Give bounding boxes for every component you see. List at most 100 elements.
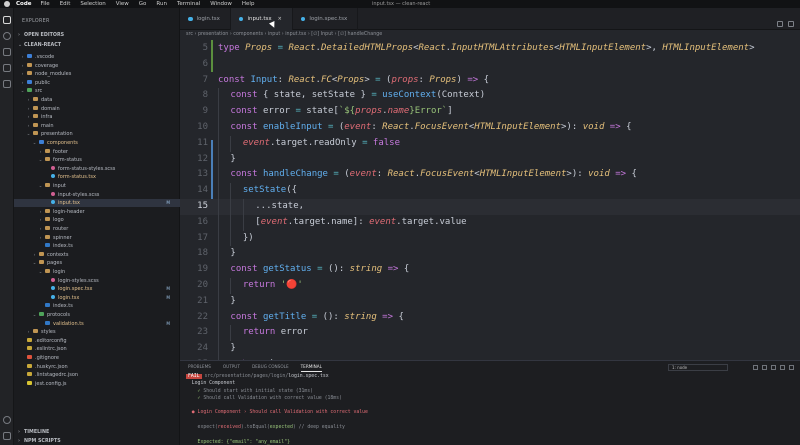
folder-item[interactable]: › login-header (14, 208, 180, 216)
folder-item[interactable]: › infra (14, 113, 180, 121)
file-item[interactable]: validation.ts M (14, 320, 180, 328)
code-line[interactable]: 24 } (180, 341, 800, 357)
tab-output[interactable]: OUTPUT (223, 364, 240, 369)
maximize-icon[interactable] (780, 365, 785, 370)
folder-item[interactable]: ⌄ pages (14, 259, 180, 267)
gear-icon[interactable] (3, 432, 11, 440)
folder-item[interactable]: ⌄ login (14, 268, 180, 276)
file-item[interactable]: index.ts (14, 302, 180, 310)
file-item[interactable]: .lintstagedrc.json (14, 371, 180, 379)
close-icon[interactable]: × (278, 8, 282, 30)
terminal-select[interactable]: 1: node (668, 364, 728, 371)
file-item[interactable]: login.tsx M (14, 294, 180, 302)
folder-item[interactable]: ⌄ presentation (14, 130, 180, 138)
code-line[interactable]: 12 } (180, 151, 800, 168)
menu-file[interactable]: File (40, 1, 49, 7)
code-line[interactable]: 9 const error = state[`${props.name}Erro… (180, 104, 800, 120)
code-line[interactable]: 16 [event.target.name]: event.target.val… (180, 214, 800, 231)
folder-item[interactable]: ⌄ form-status (14, 156, 180, 164)
menu-window[interactable]: Window (210, 1, 232, 7)
breadcrumb[interactable]: src › presentation › components › input … (180, 30, 800, 40)
code-line[interactable]: 15 ...state, (180, 199, 800, 215)
folder-item[interactable]: ⌄ components (14, 139, 180, 147)
menu-go[interactable]: Go (139, 1, 147, 7)
code-line[interactable]: 11 event.target.readOnly = false (180, 135, 800, 152)
tab-debug-console[interactable]: DEBUG CONSOLE (252, 364, 289, 369)
add-terminal-icon[interactable] (753, 365, 758, 370)
file-item[interactable]: .gitignore (14, 354, 180, 362)
menu-run[interactable]: Run (156, 1, 167, 7)
menu-edit[interactable]: Edit (60, 1, 71, 7)
menu-app-name[interactable]: Code (16, 1, 31, 7)
account-icon[interactable] (3, 416, 11, 424)
code-line[interactable]: 10 const enableInput = (event: React.Foc… (180, 120, 800, 136)
code-line[interactable]: 22 const getTitle = (): string => { (180, 309, 800, 326)
folder-item[interactable]: › logo (14, 216, 180, 224)
code-line[interactable]: 20 return '🔴' (180, 278, 800, 294)
code-line[interactable]: 17 }) (180, 230, 800, 247)
menu-terminal[interactable]: Terminal (177, 1, 200, 7)
folder-item[interactable]: › styles (14, 328, 180, 336)
folder-item[interactable]: › .vscode (14, 53, 180, 61)
code-line[interactable]: 14 setState({ (180, 183, 800, 199)
code-line[interactable]: 7 const Input: React.FC<Props> = (props: … (180, 73, 800, 89)
folder-item[interactable]: › coverage (14, 62, 180, 70)
source-control-icon[interactable] (3, 48, 11, 56)
folder-item[interactable]: › contexts (14, 251, 180, 259)
file-item[interactable]: .eslintrc.json (14, 345, 180, 353)
npm-scripts-section[interactable]: › NPM SCRIPTS (18, 439, 61, 444)
file-item[interactable]: .editorconfig (14, 337, 180, 345)
menu-view[interactable]: View (116, 1, 129, 7)
tab-input-tsx[interactable]: input.tsx × (230, 8, 293, 30)
folder-item[interactable]: › footer (14, 148, 180, 156)
project-section[interactable]: ⌄ CLEAN-REACT (18, 43, 61, 48)
split-terminal-icon[interactable] (762, 365, 767, 370)
folder-item[interactable]: › data (14, 96, 180, 104)
menu-selection[interactable]: Selection (80, 1, 105, 7)
apple-icon[interactable] (4, 1, 10, 7)
more-actions-icon[interactable] (788, 21, 794, 27)
code-line[interactable]: 21 } (180, 293, 800, 310)
folder-item[interactable]: › public (14, 79, 180, 87)
code-line[interactable]: 23 return error (180, 325, 800, 342)
file-item[interactable]: form-status-styles.scss (14, 165, 180, 173)
extensions-icon[interactable] (3, 80, 11, 88)
code-line[interactable]: 5 type Props = React.DetailedHTMLProps<Re… (180, 41, 800, 57)
folder-item[interactable]: ⌄ src (14, 87, 180, 95)
code-editor[interactable]: 5 type Props = React.DetailedHTMLProps<Re… (180, 40, 800, 360)
folder-item[interactable]: › spinner (14, 234, 180, 242)
terminal-output[interactable]: FAIL src/presentation/pages/login/login.… (186, 373, 786, 445)
file-item[interactable]: jest.config.js (14, 380, 180, 388)
folder-item[interactable]: ⌄ input (14, 182, 180, 190)
split-editor-icon[interactable] (777, 21, 783, 27)
tab-login-tsx[interactable]: login.tsx (180, 8, 231, 30)
code-line[interactable]: 19 const getStatus = (): string => { (180, 262, 800, 278)
file-item[interactable]: index.ts (14, 242, 180, 250)
file-item[interactable]: input-styles.scss (14, 191, 180, 199)
file-item[interactable]: login.spec.tsx M (14, 285, 180, 293)
code-line[interactable]: 8 const { state, setState } = useContext… (180, 88, 800, 105)
search-icon[interactable] (3, 32, 11, 40)
menu-help[interactable]: Help (242, 1, 255, 7)
tab-terminal[interactable]: TERMINAL (300, 364, 323, 372)
folder-item[interactable]: ⌄ protocols (14, 311, 180, 319)
folder-item[interactable]: › domain (14, 105, 180, 113)
file-item[interactable]: input.tsx M (14, 199, 180, 208)
file-item[interactable]: form-status.tsx (14, 173, 180, 181)
tab-login-spec-tsx[interactable]: login.spec.tsx (293, 8, 359, 30)
timeline-section[interactable]: › TIMELINE (18, 430, 49, 435)
folder-item[interactable]: › router (14, 225, 180, 233)
open-editors-section[interactable]: › OPEN EDITORS (18, 33, 64, 38)
explorer-icon[interactable] (3, 16, 11, 24)
folder-item[interactable]: › node_modules (14, 70, 180, 78)
code-line[interactable]: 18 } (180, 246, 800, 263)
file-item[interactable]: .huskyrc.json (14, 363, 180, 371)
code-line[interactable]: 6 (180, 57, 800, 73)
folder-item[interactable]: › main (14, 122, 180, 130)
file-item[interactable]: login-styles.scss (14, 277, 180, 285)
close-icon[interactable] (789, 365, 794, 370)
code-line[interactable]: 13 const handleChange = (event: React.Fo… (180, 167, 800, 184)
tab-problems[interactable]: PROBLEMS (188, 364, 211, 369)
run-debug-icon[interactable] (3, 64, 11, 72)
trash-icon[interactable] (771, 365, 776, 370)
